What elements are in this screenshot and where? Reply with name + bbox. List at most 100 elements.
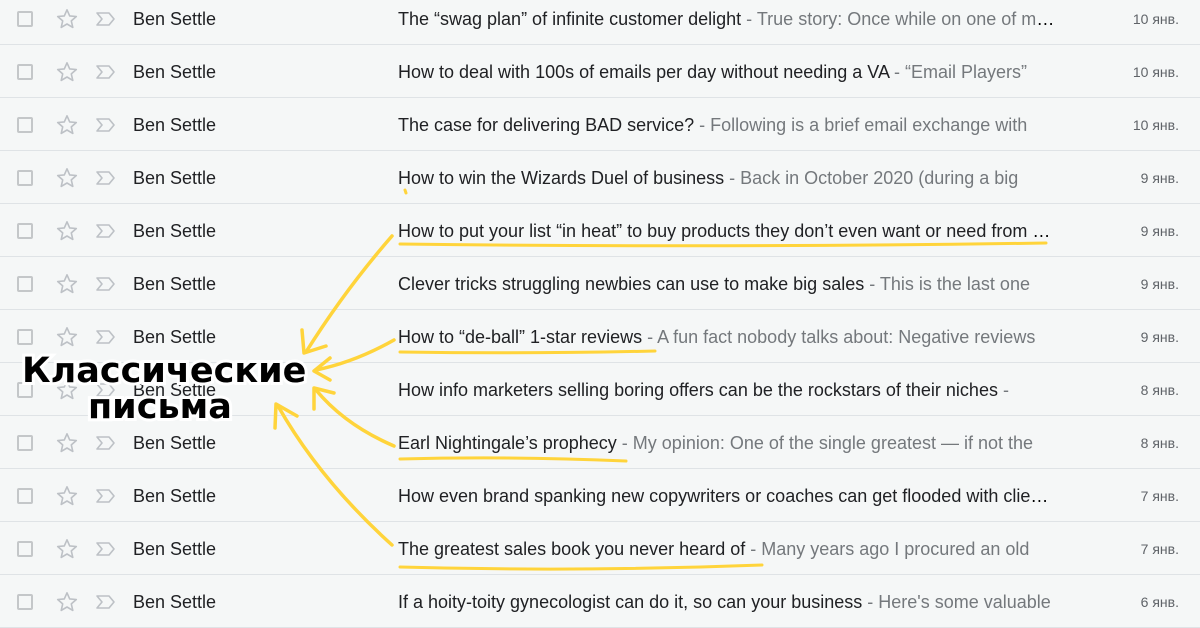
checkbox-icon[interactable] <box>17 11 33 27</box>
important-marker-icon[interactable] <box>94 590 118 614</box>
email-separator: - <box>642 327 658 347</box>
email-sender: Ben Settle <box>133 115 217 135</box>
email-subject: The greatest sales book you never heard … <box>398 539 746 559</box>
email-date: 9 янв. <box>1140 276 1179 292</box>
email-separator: - <box>997 380 1009 400</box>
star-icon[interactable] <box>55 431 79 455</box>
email-subject: The “swag plan” of infinite customer del… <box>398 9 742 29</box>
important-marker-icon[interactable] <box>94 166 118 190</box>
email-sender: Ben Settle <box>133 592 217 612</box>
email-row[interactable]: Ben Settle How to win the Wizards Duel of… <box>0 152 1200 204</box>
email-preview: Clever tricks struggling newbies can use… <box>398 272 1058 296</box>
star-icon[interactable] <box>55 272 79 296</box>
email-separator: - <box>864 274 880 294</box>
email-snippet: True story: Once while on one of my firs… <box>756 9 1058 29</box>
email-preview: Earl Nightingale’s prophecy - My opinion… <box>398 431 1058 455</box>
email-row[interactable]: Ben Settle If a hoity-toity gynecologist … <box>0 576 1200 628</box>
checkbox-icon[interactable] <box>17 117 33 133</box>
email-preview: How even brand spanking new copywriters … <box>398 484 1058 508</box>
email-snippet: “Email Players” <box>904 62 1027 82</box>
email-preview: The “swag plan” of infinite customer del… <box>398 7 1058 31</box>
email-separator: - <box>888 62 905 82</box>
email-row[interactable]: Ben Settle How to “de-ball” 1-star review… <box>0 311 1200 363</box>
email-subject: How to put your list “in heat” to buy pr… <box>398 221 1058 241</box>
email-date: 9 янв. <box>1140 329 1179 345</box>
important-marker-icon[interactable] <box>94 378 118 402</box>
email-subject: If a hoity-toity gynecologist can do it,… <box>398 592 863 612</box>
email-row[interactable]: Ben Settle Earl Nightingale’s prophecy - … <box>0 417 1200 469</box>
email-list: Ben Settle The “swag plan” of infinite cu… <box>0 0 1200 628</box>
checkbox-icon[interactable] <box>17 64 33 80</box>
star-icon[interactable] <box>55 7 79 31</box>
important-marker-icon[interactable] <box>94 60 118 84</box>
star-icon[interactable] <box>55 537 79 561</box>
email-snippet: A fun fact nobody talks about: Negative … <box>657 327 1036 347</box>
email-row[interactable]: Ben Settle How info marketers selling bor… <box>0 364 1200 416</box>
star-icon[interactable] <box>55 325 79 349</box>
important-marker-icon[interactable] <box>94 431 118 455</box>
checkbox-icon[interactable] <box>17 276 33 292</box>
email-subject: How to win the Wizards Duel of business <box>398 168 725 188</box>
email-date: 9 янв. <box>1140 170 1179 186</box>
email-preview: The greatest sales book you never heard … <box>398 537 1058 561</box>
important-marker-icon[interactable] <box>94 113 118 137</box>
star-icon[interactable] <box>55 166 79 190</box>
star-icon[interactable] <box>55 60 79 84</box>
email-date: 10 янв. <box>1132 11 1179 27</box>
email-separator: - <box>616 433 633 453</box>
star-icon[interactable] <box>55 219 79 243</box>
important-marker-icon[interactable] <box>94 484 118 508</box>
email-row[interactable]: Ben Settle How to deal with 100s of email… <box>0 46 1200 98</box>
checkbox-icon[interactable] <box>17 223 33 239</box>
email-sender: Ben Settle <box>133 9 217 29</box>
checkbox-icon[interactable] <box>17 541 33 557</box>
checkbox-icon[interactable] <box>17 594 33 610</box>
email-preview: How to “de-ball” 1-star reviews - A fun … <box>398 325 1058 349</box>
email-preview: How to win the Wizards Duel of business … <box>398 166 1058 190</box>
email-separator: - <box>724 168 741 188</box>
email-subject: The case for delivering BAD service? <box>398 115 695 135</box>
email-snippet: Many years ago I procured an old <box>761 539 1030 559</box>
email-separator: - <box>694 115 711 135</box>
email-subject: How to “de-ball” 1-star reviews <box>398 327 643 347</box>
star-icon[interactable] <box>55 378 79 402</box>
important-marker-icon[interactable] <box>94 325 118 349</box>
email-preview: How to deal with 100s of emails per day … <box>398 60 1058 84</box>
checkbox-icon[interactable] <box>17 435 33 451</box>
checkbox-icon[interactable] <box>17 382 33 398</box>
important-marker-icon[interactable] <box>94 219 118 243</box>
email-snippet: Here's some valuable <box>878 592 1051 612</box>
checkbox-icon[interactable] <box>17 170 33 186</box>
email-row[interactable]: Ben Settle The “swag plan” of infinite cu… <box>0 0 1200 45</box>
email-date: 10 янв. <box>1132 64 1179 80</box>
email-sender: Ben Settle <box>133 380 217 400</box>
email-separator: - <box>1054 486 1058 506</box>
email-sender: Ben Settle <box>133 274 217 294</box>
email-sender: Ben Settle <box>133 433 217 453</box>
email-subject: How even brand spanking new copywriters … <box>398 486 1055 506</box>
email-subject: How info marketers selling boring offers… <box>398 380 998 400</box>
star-icon[interactable] <box>55 484 79 508</box>
email-sender: Ben Settle <box>133 221 217 241</box>
email-row[interactable]: Ben Settle The greatest sales book you ne… <box>0 523 1200 575</box>
important-marker-icon[interactable] <box>94 7 118 31</box>
email-row[interactable]: Ben Settle Clever tricks struggling newbi… <box>0 258 1200 310</box>
email-row[interactable]: Ben Settle How to put your list “in heat”… <box>0 205 1200 257</box>
email-row[interactable]: Ben Settle The case for delivering BAD se… <box>0 99 1200 151</box>
checkbox-icon[interactable] <box>17 329 33 345</box>
email-preview: How info marketers selling boring offers… <box>398 378 1058 402</box>
important-marker-icon[interactable] <box>94 537 118 561</box>
important-marker-icon[interactable] <box>94 272 118 296</box>
email-preview: The case for delivering BAD service? - F… <box>398 113 1058 137</box>
email-date: 10 янв. <box>1132 117 1179 133</box>
email-date: 6 янв. <box>1140 594 1179 610</box>
email-preview: If a hoity-toity gynecologist can do it,… <box>398 590 1058 614</box>
star-icon[interactable] <box>55 113 79 137</box>
star-icon[interactable] <box>55 590 79 614</box>
checkbox-icon[interactable] <box>17 488 33 504</box>
email-sender: Ben Settle <box>133 486 217 506</box>
email-snippet: Back in October 2020 (during a big <box>740 168 1019 188</box>
email-snippet: My opinion: One of the single greatest —… <box>632 433 1034 453</box>
email-subject: Earl Nightingale’s prophecy <box>398 433 617 453</box>
email-row[interactable]: Ben Settle How even brand spanking new co… <box>0 470 1200 522</box>
